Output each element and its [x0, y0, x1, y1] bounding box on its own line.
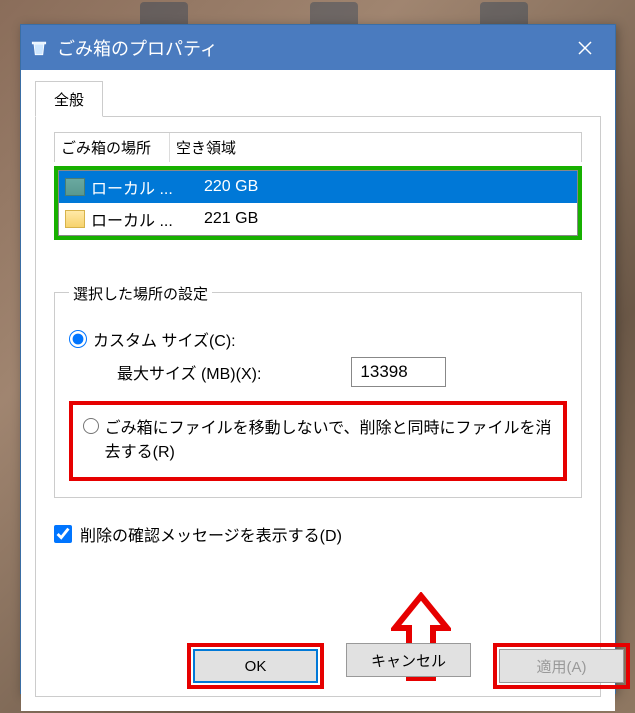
ok-button[interactable]: OK [193, 649, 318, 683]
drive-listview[interactable]: ローカル ... 220 GB ローカル ... 221 GB [58, 170, 578, 236]
annotation-red-box-apply: 適用(A) [493, 643, 630, 689]
tab-panel-general: ごみ箱の場所 空き領域 ローカル ... 220 GB ローカル ... [35, 117, 601, 697]
radio-no-recycle-label: ごみ箱にファイルを移動しないで、削除と同時にファイルを消去する(R) [105, 417, 553, 465]
checkbox-confirm-delete[interactable]: 削除の確認メッセージを表示する(D) [54, 522, 582, 546]
column-header-free[interactable]: 空き領域 [170, 133, 581, 162]
recycle-bin-properties-dialog: ごみ箱のプロパティ 全般 ごみ箱の場所 空き領域 ローカル ... [20, 24, 616, 694]
drive-free: 220 GB [200, 178, 571, 196]
close-button[interactable] [562, 25, 607, 70]
drive-icon [65, 178, 85, 196]
cancel-button-wrap: キャンセル [346, 643, 471, 689]
radio-custom-size-input[interactable] [69, 330, 87, 348]
recycle-bin-icon [29, 38, 49, 58]
annotation-red-box-ok: OK [187, 643, 324, 689]
radio-no-recycle[interactable]: ごみ箱にファイルを移動しないで、削除と同時にファイルを消去する(R) [83, 417, 553, 465]
checkbox-confirm-delete-input[interactable] [54, 525, 72, 543]
radio-custom-size[interactable]: カスタム サイズ(C): [69, 327, 567, 351]
dialog-button-bar: OK キャンセル 適用(A) [187, 643, 630, 689]
max-size-label: 最大サイズ (MB)(X): [117, 360, 261, 384]
drive-row[interactable]: ローカル ... 220 GB [59, 171, 577, 203]
cancel-button[interactable]: キャンセル [346, 643, 471, 677]
radio-no-recycle-input[interactable] [83, 417, 99, 435]
location-settings-fieldset: 選択した場所の設定 カスタム サイズ(C): 最大サイズ (MB)(X): ごみ… [54, 292, 582, 498]
tab-strip: 全般 [35, 80, 601, 117]
drive-name: ローカル ... [91, 175, 200, 199]
max-size-input[interactable] [351, 357, 446, 387]
tab-general[interactable]: 全般 [35, 81, 103, 117]
checkbox-confirm-delete-label: 削除の確認メッセージを表示する(D) [80, 522, 342, 546]
radio-custom-size-label: カスタム サイズ(C): [93, 327, 236, 351]
drive-row[interactable]: ローカル ... 221 GB [59, 203, 577, 235]
drive-free: 221 GB [200, 210, 571, 228]
drive-icon [65, 210, 85, 228]
title-bar: ごみ箱のプロパティ [21, 25, 615, 70]
drive-name: ローカル ... [91, 207, 200, 231]
apply-button[interactable]: 適用(A) [499, 649, 624, 683]
dialog-content: 全般 ごみ箱の場所 空き領域 ローカル ... 220 GB [21, 70, 615, 711]
annotation-green-box: ごみ箱の場所 空き領域 ローカル ... 220 GB ローカル ... [54, 132, 582, 240]
fieldset-legend: 選択した場所の設定 [69, 283, 212, 304]
dialog-title: ごみ箱のプロパティ [57, 35, 554, 61]
annotation-red-box-radio: ごみ箱にファイルを移動しないで、削除と同時にファイルを消去する(R) [69, 401, 567, 481]
column-header-location[interactable]: ごみ箱の場所 [55, 133, 170, 162]
